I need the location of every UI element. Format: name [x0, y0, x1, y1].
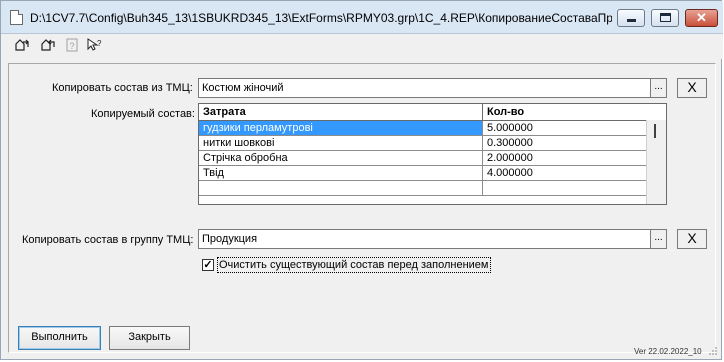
main-window: D:\1CV7.7\Config\Buh345_13\1SBUKRD345_13…: [0, 0, 723, 360]
cell-item[interactable]: [199, 181, 483, 196]
cell-qty[interactable]: 5.000000: [483, 121, 646, 136]
toolbar: ? ?: [1, 34, 723, 59]
whats-this-icon[interactable]: ?: [86, 38, 104, 54]
clear-existing-checkbox[interactable]: ✓: [202, 259, 214, 271]
table-row[interactable]: нитки шовкові 0.300000: [199, 136, 646, 151]
table-row[interactable]: Твід 4.000000: [199, 166, 646, 181]
copy-from-clear-button[interactable]: X: [677, 78, 707, 98]
close-icon: ✕: [696, 10, 707, 25]
title-bar[interactable]: D:\1CV7.7\Config\Buh345_13\1SBUKRD345_13…: [1, 1, 723, 34]
table-row[interactable]: [199, 181, 646, 196]
copy-from-label: Копировать состав из ТМЦ:: [52, 82, 193, 94]
vertical-scrollbar[interactable]: [646, 120, 666, 204]
window-title: D:\1CV7.7\Config\Buh345_13\1SBUKRD345_13…: [30, 11, 612, 25]
minimize-icon: [627, 19, 636, 22]
cell-qty[interactable]: 4.000000: [483, 166, 646, 181]
cell-qty[interactable]: [483, 181, 646, 196]
copy-to-select-button[interactable]: ...: [650, 229, 667, 249]
column-header-cost[interactable]: Затрата: [199, 104, 483, 120]
composition-table[interactable]: Затрата Кол-во гудзики перламутрові 5.00…: [198, 103, 667, 205]
load-icon[interactable]: [39, 38, 57, 54]
cell-qty[interactable]: 2.000000: [483, 151, 646, 166]
maximize-icon: [660, 13, 671, 22]
clear-icon: X: [687, 230, 697, 246]
clear-icon: X: [687, 79, 697, 95]
resize-grip-icon[interactable]: [708, 346, 718, 356]
document-icon: [10, 10, 23, 25]
copy-from-select-button[interactable]: ...: [650, 78, 667, 98]
copy-to-field[interactable]: Продукция: [198, 229, 650, 249]
scroll-thumb[interactable]: [654, 124, 656, 138]
copy-from-field[interactable]: Костюм жіночий: [198, 78, 650, 98]
cell-item[interactable]: нитки шовкові: [199, 136, 483, 151]
close-window-button[interactable]: ✕: [685, 9, 718, 27]
cell-item[interactable]: Стрічка обробна: [199, 151, 483, 166]
svg-text:?: ?: [97, 39, 102, 48]
copy-to-clear-button[interactable]: X: [677, 229, 707, 249]
close-button[interactable]: Закрыть: [109, 326, 190, 350]
save-icon[interactable]: [13, 38, 31, 54]
clear-existing-label[interactable]: Очистить существующий состав перед запол…: [217, 257, 491, 273]
minimize-button[interactable]: [617, 9, 645, 27]
copied-label: Копируемый состав:: [91, 108, 195, 120]
cell-item[interactable]: гудзики перламутрові: [199, 121, 483, 136]
maximize-button[interactable]: [651, 9, 679, 27]
cell-qty[interactable]: 0.300000: [483, 136, 646, 151]
table-header: Затрата Кол-во: [199, 104, 646, 121]
checkmark-icon: ✓: [203, 259, 213, 271]
table-row[interactable]: гудзики перламутрові 5.000000: [199, 121, 646, 136]
column-header-qty[interactable]: Кол-во: [483, 104, 646, 120]
version-label: Ver 22.02.2022_10: [634, 347, 702, 356]
cell-item[interactable]: Твід: [199, 166, 483, 181]
copy-to-label: Копировать состав в группу ТМЦ:: [22, 234, 194, 246]
svg-text:?: ?: [70, 41, 75, 51]
help-icon[interactable]: ?: [63, 38, 81, 54]
run-button[interactable]: Выполнить: [18, 326, 101, 350]
table-row[interactable]: Стрічка обробна 2.000000: [199, 151, 646, 166]
